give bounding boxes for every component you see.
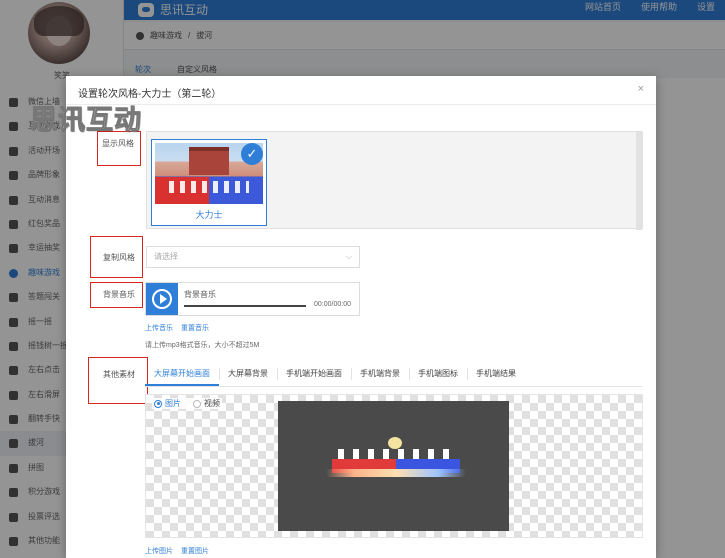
copy-style-placeholder: 请选择 xyxy=(154,252,178,261)
music-label: 背景音乐 xyxy=(103,290,135,299)
radio-image-label: 图片 xyxy=(165,399,181,408)
audio-player: 背景音乐 00:00/00:00 xyxy=(145,282,360,316)
materials-tabs: 大屏幕开始画面 大屏幕背景 手机端开始画面 手机端背景 手机端图标 手机端结果 xyxy=(145,363,643,387)
audio-time: 00:00/00:00 xyxy=(314,301,351,308)
audio-progress[interactable] xyxy=(184,305,306,307)
players-image xyxy=(338,449,454,459)
style-card-dalishi[interactable]: ✓ 大力士 xyxy=(151,139,267,226)
tab-mobile-start[interactable]: 手机端开始画面 xyxy=(277,363,351,386)
radio-video[interactable]: 视频 xyxy=(193,398,220,409)
upload-music-link[interactable]: 上传音乐 xyxy=(145,323,173,333)
upload-image-link[interactable]: 上传图片 xyxy=(145,546,173,556)
radio-image[interactable]: 图片 xyxy=(154,398,181,409)
radio-dot xyxy=(193,399,201,408)
style-card-caption: 大力士 xyxy=(195,210,223,220)
radio-dot xyxy=(154,399,162,408)
check-icon: ✓ xyxy=(241,143,263,165)
copy-style-select[interactable]: 请选择 ⌵ xyxy=(146,246,360,268)
copy-style-label: 复制风格 xyxy=(103,253,135,262)
audio-title: 背景音乐 xyxy=(184,290,216,299)
tab-mobile-icon[interactable]: 手机端图标 xyxy=(409,363,467,386)
preview-image xyxy=(278,401,509,531)
players-image xyxy=(169,181,249,193)
watermark: 思讯互动 xyxy=(30,105,142,136)
close-icon[interactable]: × xyxy=(638,83,644,95)
music-hint: 请上传mp3格式音乐，大小不超过5M xyxy=(145,342,260,349)
style-thumbnail: ✓ xyxy=(155,143,263,204)
annotation-box xyxy=(88,357,148,404)
chevron-down-icon: ⌵ xyxy=(345,252,352,261)
tab-mobile-background[interactable]: 手机端背景 xyxy=(351,363,409,386)
tug-of-war-image xyxy=(326,437,466,479)
tab-big-screen-start[interactable]: 大屏幕开始画面 xyxy=(145,363,219,386)
play-button[interactable] xyxy=(146,283,178,315)
reset-image-link[interactable]: 重置图片 xyxy=(181,546,209,556)
materials-label: 其他素材 xyxy=(103,370,135,379)
castle-image xyxy=(189,147,229,175)
radio-video-label: 视频 xyxy=(204,399,220,408)
modal-header: 设置轮次风格-大力士（第二轮） × xyxy=(66,76,656,105)
tab-mobile-result[interactable]: 手机端结果 xyxy=(467,363,525,386)
glow-effect xyxy=(326,469,466,477)
tab-big-screen-background[interactable]: 大屏幕背景 xyxy=(219,363,277,386)
material-type-radios: 图片 视频 xyxy=(152,398,222,409)
play-icon xyxy=(152,289,172,309)
style-panel-scrollbar[interactable] xyxy=(636,132,642,230)
display-style-label: 显示风格 xyxy=(102,139,134,148)
trophy-icon xyxy=(388,437,402,449)
reset-music-link[interactable]: 重置音乐 xyxy=(181,323,209,333)
